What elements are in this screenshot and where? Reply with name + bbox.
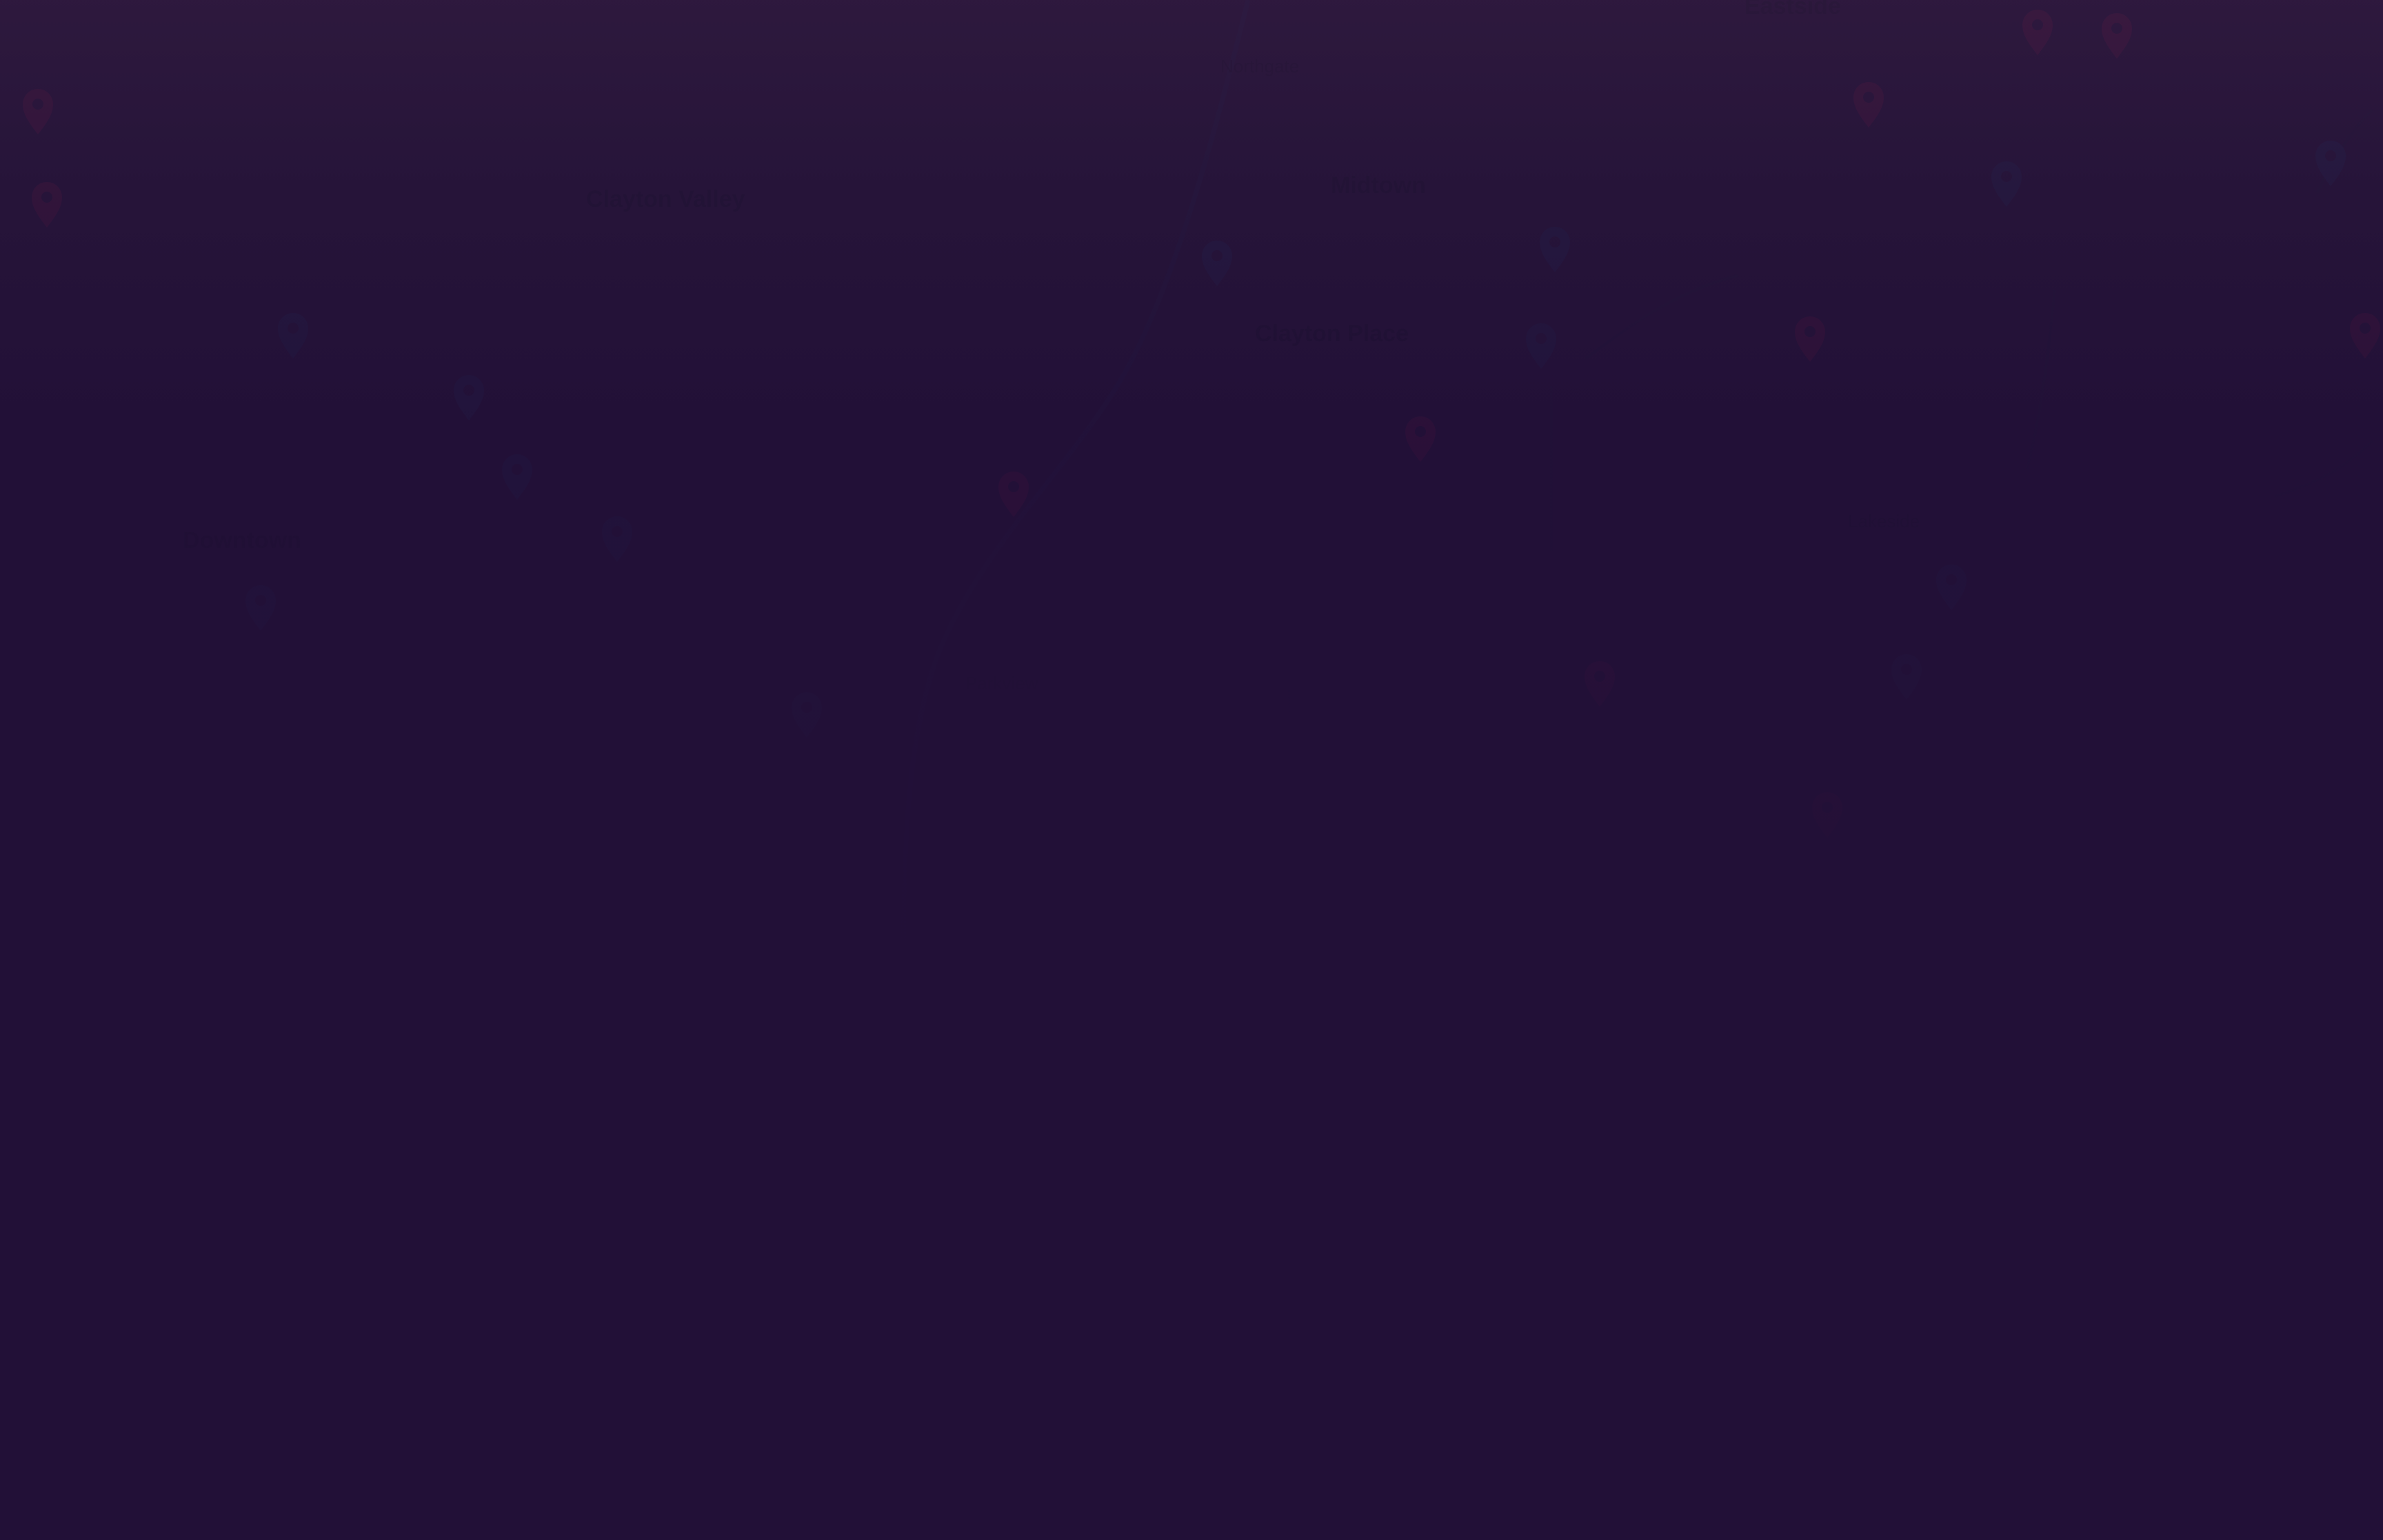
map-pin-icon	[1991, 161, 2022, 207]
map-pin-icon	[1812, 792, 1842, 838]
map-pin-icon	[245, 585, 276, 631]
map-pin-icon	[792, 692, 822, 738]
street-road	[2274, 758, 2291, 966]
map-pin-icon	[2102, 13, 2132, 59]
street-road	[2026, 289, 2056, 469]
map-roads	[901, 0, 2373, 966]
highway-road	[901, 0, 1251, 966]
map-pin-icon	[1891, 654, 1922, 700]
map-pin-icon	[1405, 416, 1436, 462]
map-pin-icon	[1202, 241, 1232, 286]
map-pin-icon	[2315, 141, 2346, 186]
background-map: Clayton Valley Clayton Place Downtown Mi…	[23, 0, 2380, 966]
district-label: Downtown	[183, 527, 301, 554]
map-pin-icon	[1853, 82, 1884, 128]
map-pin-icon	[2022, 10, 2053, 55]
district-label: Clayton Place	[1255, 321, 1409, 347]
street-road	[2275, 440, 2373, 498]
map-pin-icon	[23, 89, 53, 134]
district-label: Parkview	[965, 673, 1038, 693]
map-pin-icon	[1540, 227, 1570, 272]
map-pin-icon	[1585, 661, 1615, 707]
map-pin-icon	[32, 182, 62, 227]
map-pins	[23, 10, 2380, 838]
district-labels: Clayton Valley Clayton Place Downtown Mi…	[183, 0, 1920, 693]
district-label: Midtown	[1331, 172, 1426, 199]
district-label: Eastside	[1744, 0, 1841, 19]
map-pin-icon	[278, 313, 308, 358]
district-label: Lakeside	[1848, 511, 1920, 531]
map-pin-icon	[1936, 565, 1967, 610]
map-pin-icon	[602, 516, 632, 562]
map-pin-icon	[1795, 316, 1825, 362]
loading-screen: Clayton Valley Clayton Place Downtown Mi…	[0, 0, 2383, 1540]
street-road	[1585, 274, 1738, 360]
map-pin-icon	[1526, 323, 1556, 369]
district-label: Clayton Valley	[586, 186, 745, 212]
map-pin-icon	[2350, 313, 2380, 358]
district-label: Northgate	[1220, 56, 1299, 77]
map-pin-icon	[454, 375, 484, 421]
map-pin-icon	[502, 454, 532, 500]
